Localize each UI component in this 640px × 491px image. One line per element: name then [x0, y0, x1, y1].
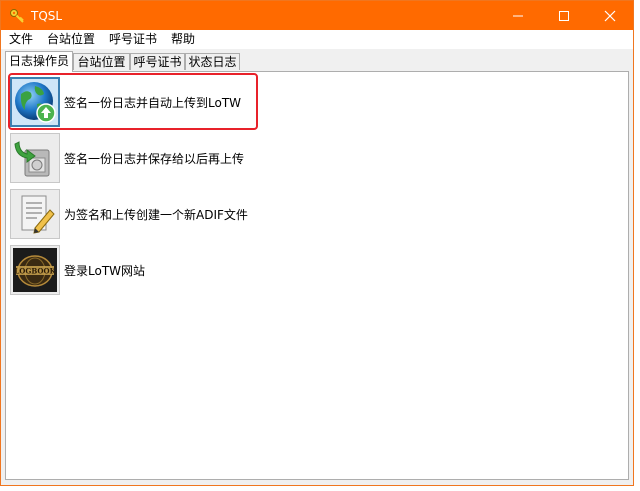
menu-help[interactable]: 帮助 — [164, 30, 202, 49]
save-log-icon — [14, 141, 50, 177]
sign-save-button[interactable] — [10, 133, 60, 183]
tab-station-location[interactable]: 台站位置 — [73, 53, 130, 70]
sign-upload-button[interactable] — [10, 77, 60, 127]
tab-strip: 日志操作员 台站位置 呼号证书 状态日志 — [1, 49, 633, 72]
tab-callsign-certificate[interactable]: 呼号证书 — [130, 53, 185, 70]
sign-upload-label: 签名一份日志并自动上传到LoTW — [64, 95, 242, 110]
close-button[interactable] — [587, 1, 633, 30]
log-operator-panel: 签名一份日志并自动上传到LoTW 签名一份日志并保存给以后再上传 为签名和上传创… — [5, 71, 629, 480]
login-lotw-label: 登录LoTW网站 — [64, 263, 146, 278]
sign-save-label: 签名一份日志并保存给以后再上传 — [64, 151, 245, 166]
tqsl-window: TQSL 文件 台站位置 呼号证书 帮助 日志操作员 台站位置 呼号证书 状态日… — [0, 0, 634, 486]
minimize-icon — [513, 15, 523, 16]
menu-file[interactable]: 文件 — [1, 30, 40, 49]
maximize-icon — [559, 10, 569, 21]
key-icon — [10, 8, 24, 23]
logbook-world-icon: LOGBOOK — [13, 248, 57, 292]
create-adif-label: 为签名和上传创建一个新ADIF文件 — [64, 207, 248, 222]
action-sign-and-save[interactable]: 签名一份日志并保存给以后再上传 — [10, 132, 244, 184]
action-sign-and-upload[interactable]: 签名一份日志并自动上传到LoTW — [10, 76, 241, 128]
action-login-lotw[interactable]: LOGBOOK 登录LoTW网站 — [10, 244, 145, 296]
tab-status-log[interactable]: 状态日志 — [185, 53, 240, 70]
menu-station-location[interactable]: 台站位置 — [40, 30, 102, 49]
globe-upload-icon — [15, 82, 56, 123]
edit-document-icon — [21, 195, 55, 234]
title-bar[interactable]: TQSL — [1, 1, 633, 30]
window-title: TQSL — [31, 8, 63, 23]
svg-text:LOGBOOK: LOGBOOK — [14, 267, 56, 276]
login-lotw-button[interactable]: LOGBOOK — [10, 245, 60, 295]
close-icon — [604, 10, 616, 21]
tab-log-operator[interactable]: 日志操作员 — [5, 51, 73, 72]
menu-bar: 文件 台站位置 呼号证书 帮助 — [1, 30, 633, 49]
maximize-button[interactable] — [541, 1, 587, 30]
action-create-adif[interactable]: 为签名和上传创建一个新ADIF文件 — [10, 188, 248, 240]
create-adif-button[interactable] — [10, 189, 60, 239]
menu-callsign-certificate[interactable]: 呼号证书 — [102, 30, 164, 49]
minimize-button[interactable] — [495, 1, 541, 30]
